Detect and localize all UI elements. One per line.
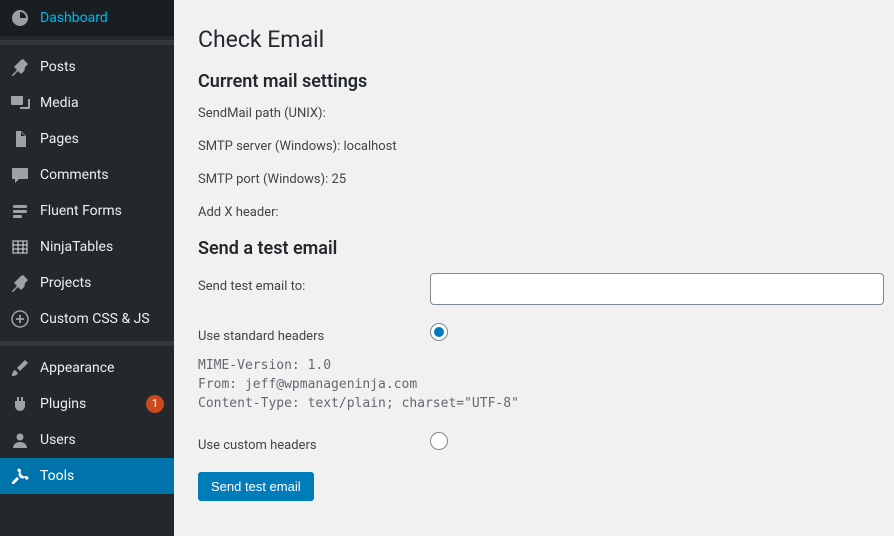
smtp-port-label: SMTP port (Windows): (198, 172, 332, 187)
send-to-row: Send test email to: (198, 273, 874, 305)
page-icon (10, 129, 30, 149)
table-icon (10, 237, 30, 257)
sidebar-item-users[interactable]: Users (0, 422, 174, 458)
smtp-port-value: 25 (332, 172, 347, 187)
sendmail-path-row: SendMail path (UNIX): (198, 106, 874, 121)
smtp-server-row: SMTP server (Windows): localhost (198, 139, 874, 154)
sidebar-item-label: Plugins (40, 396, 140, 412)
plus-icon (10, 309, 30, 329)
menu-separator (0, 341, 174, 346)
sidebar-item-label: Appearance (40, 360, 164, 376)
settings-heading: Current mail settings (198, 71, 874, 92)
sidebar-item-label: Tools (40, 468, 164, 484)
sidebar-item-ninjatables[interactable]: NinjaTables (0, 229, 174, 265)
smtp-server-value: localhost (344, 139, 397, 154)
sidebar-item-label: Dashboard (40, 10, 164, 26)
plug-icon (10, 394, 30, 414)
send-test-heading: Send a test email (198, 238, 874, 259)
pin-icon (10, 57, 30, 77)
sidebar-item-label: Projects (40, 275, 164, 291)
sidebar-item-posts[interactable]: Posts (0, 49, 174, 85)
use-standard-label: Use standard headers (198, 323, 430, 344)
admin-sidebar: Dashboard Posts Media Pages Comments Flu… (0, 0, 174, 536)
page-title: Check Email (198, 26, 874, 53)
sidebar-item-dashboard[interactable]: Dashboard (0, 0, 174, 36)
sidebar-item-plugins[interactable]: Plugins 1 (0, 386, 174, 422)
standard-headers-preview: MIME-Version: 1.0 From: jeff@wpmanagenin… (198, 357, 874, 414)
smtp-server-label: SMTP server (Windows): (198, 139, 344, 154)
menu-separator (0, 40, 174, 45)
update-badge: 1 (146, 395, 164, 413)
sidebar-item-label: Media (40, 95, 164, 111)
sidebar-item-appearance[interactable]: Appearance (0, 350, 174, 386)
pin-icon (10, 273, 30, 293)
add-x-header-label: Add X header: (198, 205, 279, 220)
use-custom-label: Use custom headers (198, 432, 430, 453)
sidebar-item-pages[interactable]: Pages (0, 121, 174, 157)
smtp-port-row: SMTP port (Windows): 25 (198, 172, 874, 187)
sendmail-path-label: SendMail path (UNIX): (198, 106, 326, 121)
sidebar-item-tools[interactable]: Tools (0, 458, 174, 494)
sidebar-item-label: Custom CSS & JS (40, 311, 164, 327)
sidebar-item-custom-css-js[interactable]: Custom CSS & JS (0, 301, 174, 337)
user-icon (10, 430, 30, 450)
sidebar-item-projects[interactable]: Projects (0, 265, 174, 301)
use-custom-row: Use custom headers (198, 432, 874, 454)
use-standard-radio[interactable] (430, 323, 448, 341)
wrench-icon (10, 466, 30, 486)
form-icon (10, 201, 30, 221)
main-content: Check Email Current mail settings SendMa… (174, 0, 894, 536)
sidebar-item-label: Pages (40, 131, 164, 147)
comment-icon (10, 165, 30, 185)
send-to-input[interactable] (430, 273, 884, 305)
sidebar-item-label: Users (40, 432, 164, 448)
sidebar-item-label: NinjaTables (40, 239, 164, 255)
sidebar-item-label: Posts (40, 59, 164, 75)
dashboard-icon (10, 8, 30, 28)
add-x-header-row: Add X header: (198, 205, 874, 220)
sidebar-item-comments[interactable]: Comments (0, 157, 174, 193)
sidebar-item-label: Fluent Forms (40, 203, 164, 219)
sidebar-item-label: Comments (40, 167, 164, 183)
sidebar-item-media[interactable]: Media (0, 85, 174, 121)
brush-icon (10, 358, 30, 378)
send-test-email-button[interactable]: Send test email (198, 472, 314, 501)
media-icon (10, 93, 30, 113)
use-custom-radio[interactable] (430, 432, 448, 450)
send-to-label: Send test email to: (198, 273, 430, 294)
sidebar-item-fluent-forms[interactable]: Fluent Forms (0, 193, 174, 229)
use-standard-row: Use standard headers (198, 323, 874, 345)
